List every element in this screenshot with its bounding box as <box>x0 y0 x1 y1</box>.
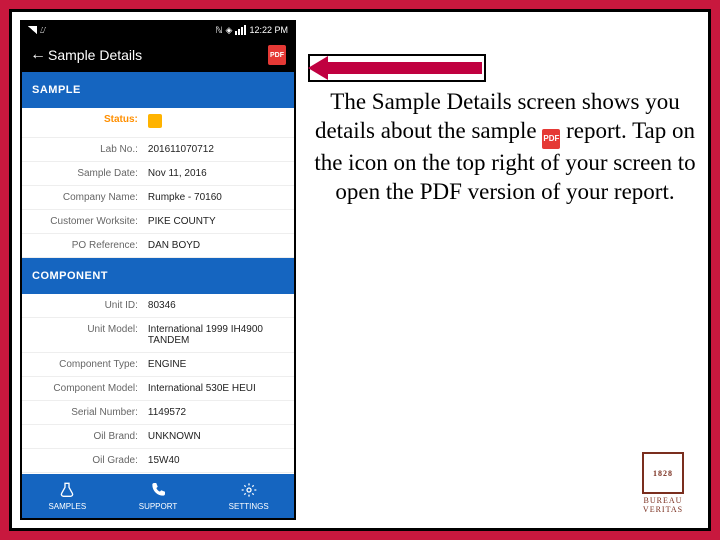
row-sample-date: Sample Date: Nov 11, 2016 <box>22 162 294 186</box>
explanation-text: The Sample Details screen shows you deta… <box>312 88 698 206</box>
screen-title: Sample Details <box>48 47 268 63</box>
phone-icon <box>150 482 166 500</box>
status-label: Status: <box>32 114 148 131</box>
row-comp-model: Component Model: International 530E HEUI <box>22 377 294 401</box>
bureau-veritas-logo: 1828 BUREAU VERITAS <box>632 452 694 514</box>
arrow-shaft <box>328 62 482 74</box>
status-time: 12:22 PM <box>249 25 288 35</box>
row-unit-id: Unit ID: 80346 <box>22 294 294 318</box>
row-po: PO Reference: DAN BOYD <box>22 234 294 258</box>
slide-frame: ⌰ ℕ ◈ 12:22 PM ← Sample Details PDF SAMP… <box>12 12 708 528</box>
tab-settings[interactable]: SETTINGS <box>203 474 294 518</box>
phone-mockup: ⌰ ℕ ◈ 12:22 PM ← Sample Details PDF SAMP… <box>20 20 296 520</box>
row-worksite: Customer Worksite: PIKE COUNTY <box>22 210 294 234</box>
logo-crest-icon: 1828 <box>642 452 684 494</box>
row-status: Status: <box>22 108 294 138</box>
row-oil-brand: Oil Brand: UNKNOWN <box>22 425 294 449</box>
flask-icon <box>59 482 75 500</box>
signal-icon <box>28 26 37 34</box>
gear-icon <box>241 482 257 500</box>
back-button[interactable]: ← <box>30 46 48 64</box>
status-badge <box>148 114 162 128</box>
app-bar: ← Sample Details PDF <box>22 38 294 72</box>
logo-line-1: BUREAU <box>632 496 694 505</box>
row-serial: Serial Number: 1149572 <box>22 401 294 425</box>
arrow-head-icon <box>308 56 328 80</box>
pdf-icon[interactable]: PDF <box>268 45 286 65</box>
nfc-icon: ℕ <box>215 25 222 36</box>
logo-line-2: VERITAS <box>632 505 694 514</box>
cell-bars-icon <box>235 25 246 35</box>
tab-support[interactable]: SUPPORT <box>113 474 204 518</box>
row-oil-grade: Oil Grade: 15W40 <box>22 449 294 473</box>
pdf-inline-icon: PDF <box>542 129 560 149</box>
android-status-bar: ⌰ ℕ ◈ 12:22 PM <box>22 22 294 38</box>
tab-samples[interactable]: SAMPLES <box>22 474 113 518</box>
sample-section-header: SAMPLE <box>22 72 294 108</box>
wifi-icon: ◈ <box>226 25 233 36</box>
row-company: Company Name: Rumpke - 70160 <box>22 186 294 210</box>
component-section-header: COMPONENT <box>22 258 294 294</box>
row-unit-model: Unit Model: International 1999 IH4900 TA… <box>22 318 294 353</box>
bottom-tab-bar: SAMPLES SUPPORT SETTINGS <box>22 474 294 518</box>
row-lab-no: Lab No.: 201611070712 <box>22 138 294 162</box>
callout-arrow <box>308 54 486 82</box>
voicemail-icon: ⌰ <box>40 25 46 36</box>
row-comp-type: Component Type: ENGINE <box>22 353 294 377</box>
